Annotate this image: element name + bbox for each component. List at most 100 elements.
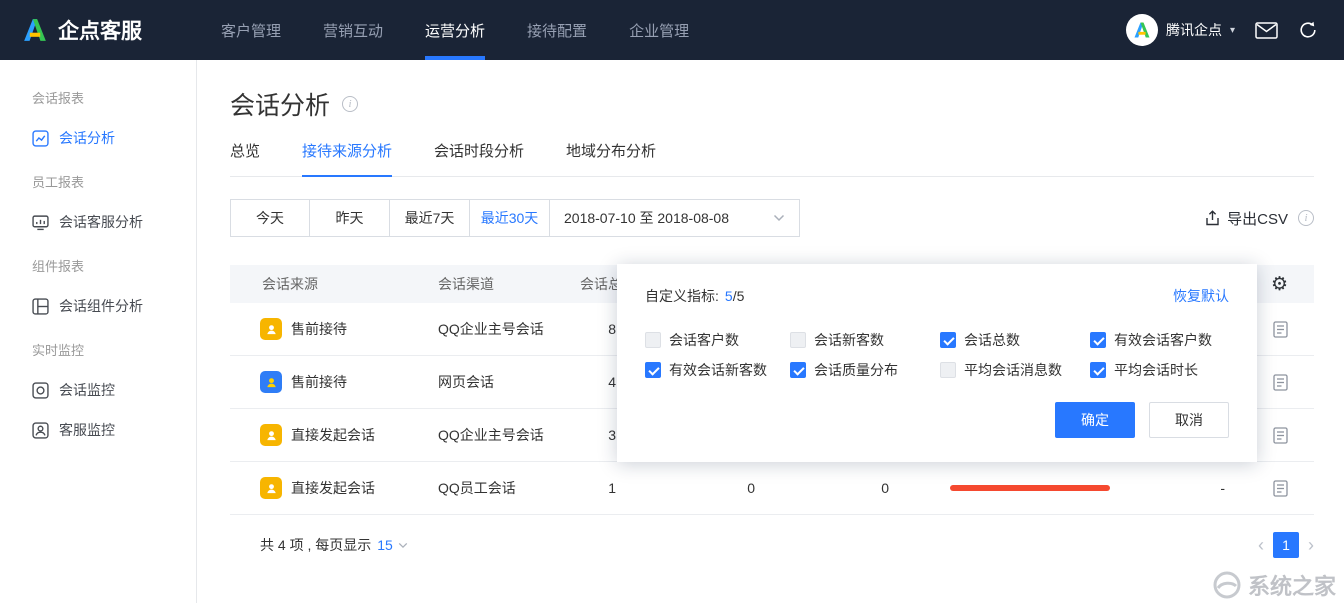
checkbox[interactable] <box>790 362 806 378</box>
page-number-button[interactable]: 1 <box>1273 532 1299 558</box>
table-footer: 共 4 项 , 每页显示 15 ‹ 1 › <box>230 527 1314 563</box>
sidebar-item-session-analysis[interactable]: 会话分析 <box>0 118 196 158</box>
metric-checkbox-grid: 会话客户数 会话新客数 会话总数 有效会话客户数 有效会话新客数 会话质量分布 <box>645 330 1229 380</box>
analysis-tabs: 总览 接待来源分析 会话时段分析 地域分布分析 <box>230 140 1314 177</box>
checkbox[interactable] <box>645 332 661 348</box>
export-info-icon[interactable]: i <box>1298 210 1314 226</box>
reset-default-link[interactable]: 恢复默认 <box>1173 286 1229 306</box>
top-bar: 企点客服 客户管理 营销互动 运营分析 接待配置 企业管理 腾讯企点 ▾ <box>0 0 1344 60</box>
report-detail-icon[interactable] <box>1273 427 1288 444</box>
sidebar: 会话报表 会话分析 员工报表 会话客服分析 组件报表 会话组件分析 <box>0 60 197 603</box>
sidebar-item-label: 会话监控 <box>59 380 115 400</box>
export-csv-button[interactable]: 导出CSV <box>1205 208 1288 229</box>
tab-overview[interactable]: 总览 <box>230 140 260 176</box>
metric-cell: 0 <box>795 480 925 496</box>
nav-label: 接待配置 <box>527 20 587 41</box>
filter-last7days-button[interactable]: 最近7天 <box>390 199 470 237</box>
checkbox-label: 会话质量分布 <box>814 360 898 380</box>
metric-option-valid-session-customers[interactable]: 有效会话客户数 <box>1090 330 1229 350</box>
chart-icon <box>32 130 49 147</box>
source-channel-icon <box>260 318 282 340</box>
page-size-select[interactable]: 15 <box>377 537 393 553</box>
sidebar-item-agent-session-analysis[interactable]: 会话客服分析 <box>0 202 196 242</box>
sidebar-item-label: 会话组件分析 <box>59 296 143 316</box>
sidebar-item-agent-monitor[interactable]: 客服监控 <box>0 410 196 450</box>
tab-session-period-analysis[interactable]: 会话时段分析 <box>434 140 524 176</box>
checkbox[interactable] <box>1090 332 1106 348</box>
report-detail-icon[interactable] <box>1273 374 1288 391</box>
brand-logo[interactable]: 企点客服 <box>22 15 200 45</box>
title-info-icon[interactable]: i <box>342 96 358 112</box>
metric-option-new-customers[interactable]: 会话新客数 <box>790 330 940 350</box>
sidebar-section-session-reports: 会话报表 <box>0 74 196 118</box>
checkbox[interactable] <box>645 362 661 378</box>
checkbox-label: 平均会话消息数 <box>964 360 1062 380</box>
checkbox[interactable] <box>940 332 956 348</box>
chevron-down-icon: ▾ <box>1230 25 1235 36</box>
filter-today-button[interactable]: 今天 <box>230 199 310 237</box>
tab-reception-source-analysis[interactable]: 接待来源分析 <box>302 140 392 177</box>
cancel-button[interactable]: 取消 <box>1149 402 1229 438</box>
nav-operation-analysis[interactable]: 运营分析 <box>404 0 506 60</box>
checkbox[interactable] <box>940 362 956 378</box>
mail-icon[interactable] <box>1255 22 1278 39</box>
nav-label: 企业管理 <box>629 20 689 41</box>
next-page-icon[interactable]: › <box>1308 536 1314 554</box>
source-channel-icon <box>260 477 282 499</box>
checkbox[interactable] <box>1090 362 1106 378</box>
chevron-down-icon <box>773 214 785 222</box>
account-menu[interactable]: 腾讯企点 ▾ <box>1126 14 1235 46</box>
column-header-source: 会话来源 <box>230 274 438 294</box>
source-channel-icon <box>260 424 282 446</box>
checkbox-label: 会话客户数 <box>669 330 739 350</box>
metric-count-total: /5 <box>733 288 745 304</box>
channel-cell: QQ员工会话 <box>438 478 580 498</box>
nav-enterprise-management[interactable]: 企业管理 <box>608 0 710 60</box>
agent-monitor-icon <box>32 422 49 439</box>
metric-option-session-customers[interactable]: 会话客户数 <box>645 330 790 350</box>
channel-cell: 网页会话 <box>438 372 580 392</box>
confirm-button[interactable]: 确定 <box>1055 402 1135 438</box>
logout-icon[interactable] <box>1298 20 1318 40</box>
report-detail-icon[interactable] <box>1273 321 1288 338</box>
date-range-picker[interactable]: 2018-07-10 至 2018-08-08 <box>550 199 800 237</box>
nav-label: 客户管理 <box>221 20 281 41</box>
sidebar-item-component-analysis[interactable]: 会话组件分析 <box>0 286 196 326</box>
checkbox[interactable] <box>790 332 806 348</box>
tab-region-distribution-analysis[interactable]: 地域分布分析 <box>566 140 656 176</box>
filter-yesterday-button[interactable]: 昨天 <box>310 199 390 237</box>
metric-option-avg-duration[interactable]: 平均会话时长 <box>1090 360 1229 380</box>
metric-option-quality-distribution[interactable]: 会话质量分布 <box>790 360 940 380</box>
metric-option-avg-messages[interactable]: 平均会话消息数 <box>940 360 1090 380</box>
sidebar-item-label: 会话客服分析 <box>59 212 143 232</box>
nav-label: 运营分析 <box>425 20 485 41</box>
nav-marketing[interactable]: 营销互动 <box>302 0 404 60</box>
monitor-icon <box>32 382 49 399</box>
date-quick-filters: 今天 昨天 最近7天 最近30天 <box>230 199 550 237</box>
top-nav: 客户管理 营销互动 运营分析 接待配置 企业管理 <box>200 0 710 60</box>
nav-customer-management[interactable]: 客户管理 <box>200 0 302 60</box>
source-channel-icon <box>260 371 282 393</box>
prev-page-icon[interactable]: ‹ <box>1258 536 1264 554</box>
export-label: 导出CSV <box>1227 208 1288 229</box>
filter-row: 今天 昨天 最近7天 最近30天 2018-07-10 至 2018-08-08 <box>230 199 1314 237</box>
metric-option-valid-new-customers[interactable]: 有效会话新客数 <box>645 360 790 380</box>
sidebar-section-realtime-monitor: 实时监控 <box>0 326 196 370</box>
report-detail-icon[interactable] <box>1273 480 1288 497</box>
checkbox-label: 有效会话新客数 <box>669 360 767 380</box>
custom-metrics-popup: 自定义指标: 5 /5 恢复默认 会话客户数 会话新客数 会话总数 有效会话客户… <box>617 264 1257 462</box>
source-cell: 售前接待 <box>291 372 347 392</box>
metric-option-session-total[interactable]: 会话总数 <box>940 330 1090 350</box>
agent-analysis-icon <box>32 214 49 231</box>
nav-reception-config[interactable]: 接待配置 <box>506 0 608 60</box>
chevron-down-icon <box>398 542 408 549</box>
table-row: 直接发起会话 QQ员工会话 1 0 0 - <box>230 462 1314 515</box>
checkbox-label: 会话新客数 <box>814 330 884 350</box>
sidebar-item-session-monitor[interactable]: 会话监控 <box>0 370 196 410</box>
channel-cell: QQ企业主号会话 <box>438 319 580 339</box>
filter-last30days-button[interactable]: 最近30天 <box>470 199 550 237</box>
checkbox-label: 平均会话时长 <box>1114 360 1198 380</box>
pagination-summary: 共 4 项 , 每页显示 <box>230 535 371 555</box>
checkbox-label: 有效会话客户数 <box>1114 330 1212 350</box>
column-settings-gear-icon[interactable]: ⚙ <box>1271 275 1288 294</box>
